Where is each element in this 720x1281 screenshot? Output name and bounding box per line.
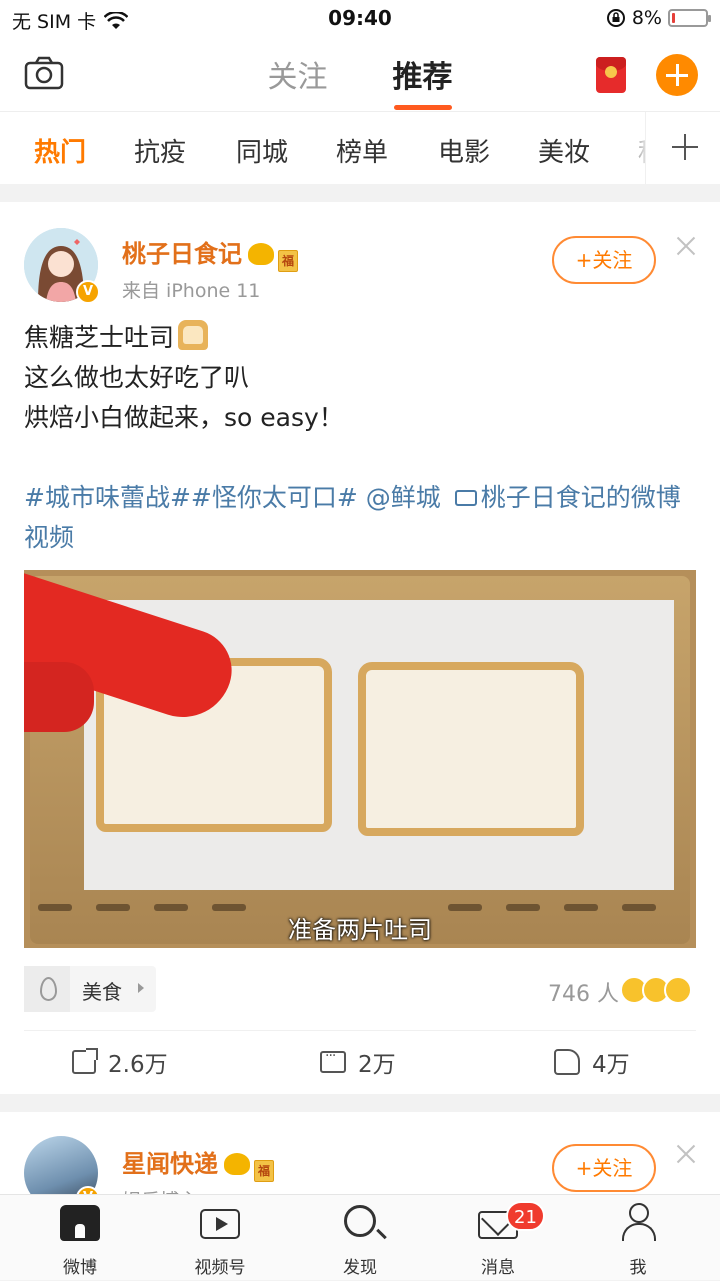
battery-fill <box>672 13 675 23</box>
rotation-lock-icon <box>606 9 625 27</box>
author-name-text: 桃子日食记 <box>122 240 242 268</box>
toast-emoji-icon <box>178 320 209 350</box>
mention-link[interactable]: @鲜城 <box>366 483 441 512</box>
verified-badge-icon: V <box>76 280 100 304</box>
post-source: 来自 iPhone 11 <box>122 280 261 302</box>
tab-discover[interactable]: 发现 <box>290 1195 430 1281</box>
post-line: 焦糖芝士吐司 <box>24 318 696 358</box>
comment-icon <box>320 1048 346 1073</box>
video-icon <box>200 1209 240 1239</box>
tab-label: 我 <box>629 1258 647 1278</box>
like-count: 4万 <box>592 1052 630 1078</box>
tab-weibo[interactable]: 微博 <box>10 1195 150 1281</box>
battery-icon <box>668 9 711 27</box>
tab-recommended[interactable]: 推荐 <box>393 52 453 110</box>
battery-percent: 8% <box>631 7 662 29</box>
bread-slice <box>358 662 584 836</box>
topic-chip[interactable]: 美食 <box>24 966 156 1012</box>
fortune-icon: 福 <box>278 250 298 272</box>
status-bar: 无 SIM 卡 09:40 8% <box>0 0 720 38</box>
like-icon <box>554 1049 580 1075</box>
author-name[interactable]: 星闻快递 福 <box>122 1144 274 1182</box>
tab-following[interactable]: 关注 <box>267 52 327 96</box>
search-icon <box>344 1205 376 1237</box>
video-link-icon <box>454 490 477 506</box>
tab-messages[interactable]: 消息 <box>428 1195 568 1281</box>
video-thumbnail[interactable]: 准备两片吐司 <box>24 570 696 948</box>
close-icon[interactable] <box>672 1140 700 1168</box>
divider <box>24 1030 696 1031</box>
video-caption: 准备两片吐司 <box>288 916 432 944</box>
plus-icon[interactable] <box>645 112 720 184</box>
share-button[interactable]: 2.6万 <box>72 1044 168 1080</box>
close-icon[interactable] <box>672 232 700 260</box>
channel-beauty[interactable]: 美妆 <box>538 132 590 169</box>
tongs <box>24 662 94 732</box>
tab-video[interactable]: 视频号 <box>150 1195 290 1281</box>
wow-emoji-icon <box>664 976 692 1004</box>
chevron-right-icon <box>138 983 144 993</box>
tab-label: 发现 <box>343 1258 377 1278</box>
channel-strip: 热门 抗疫 同城 榜单 电影 美妆 种 <box>0 112 720 184</box>
tab-label: 微博 <box>63 1258 97 1278</box>
hashtag-link[interactable]: #城市味蕾战# <box>24 483 191 512</box>
follow-button[interactable]: +关注 <box>552 236 656 284</box>
like-button[interactable]: 4万 <box>554 1044 630 1080</box>
crown-icon <box>224 1153 250 1175</box>
comment-button[interactable]: 2万 <box>320 1044 396 1080</box>
post-text: 焦糖芝士吐司 这么做也太好吃了叭 烘焙小白做起来，so easy！ <box>24 318 696 438</box>
follow-button[interactable]: +关注 <box>552 1144 656 1192</box>
channel-epidemic[interactable]: 抗疫 <box>134 132 186 169</box>
home-icon <box>60 1205 100 1241</box>
tab-label: 视频号 <box>194 1258 246 1278</box>
channel-hot[interactable]: 热门 <box>34 132 86 169</box>
post-line: 这么做也太好吃了叭 <box>24 363 250 392</box>
crown-icon <box>248 243 274 265</box>
bottom-tab-bar: 微博 视频号 发现 消息 21 我 <box>0 1194 720 1280</box>
flame-icon <box>24 966 70 1012</box>
profile-icon <box>618 1203 658 1243</box>
post-line: 烘焙小白做起来，so easy！ <box>24 403 344 432</box>
topic-label: 美食 <box>82 980 122 1004</box>
author-name[interactable]: 桃子日食记 福 <box>122 234 298 272</box>
tab-label: 消息 <box>481 1258 515 1278</box>
tab-me[interactable]: 我 <box>568 1195 708 1281</box>
unread-badge: 21 <box>506 1201 545 1231</box>
share-icon <box>72 1048 98 1074</box>
author-name-text: 星闻快递 <box>122 1150 218 1178</box>
share-count: 2.6万 <box>108 1052 168 1078</box>
red-packet-coin <box>605 66 617 78</box>
reaction-count[interactable]: 746 人 <box>548 976 619 1008</box>
channel-local[interactable]: 同城 <box>236 132 288 169</box>
comment-count: 2万 <box>358 1052 396 1078</box>
top-nav: 关注 推荐 <box>0 38 720 112</box>
channel-movies[interactable]: 电影 <box>438 132 490 169</box>
fortune-icon: 福 <box>254 1160 274 1182</box>
post-tags: #城市味蕾战##怪你太可口# @鲜城 桃子日食记的微博视频 <box>24 478 696 558</box>
reaction-emojis[interactable] <box>620 976 696 1004</box>
post-line-text: 焦糖芝士吐司 <box>24 323 175 352</box>
compose-plus-icon[interactable] <box>656 54 698 96</box>
channel-rankings[interactable]: 榜单 <box>336 132 388 169</box>
red-packet-icon[interactable] <box>596 57 626 93</box>
hashtag-link[interactable]: #怪你太可口# <box>191 483 358 512</box>
post-card: V 桃子日食记 福 来自 iPhone 11 +关注 焦糖芝士吐司 这么做也太好吃… <box>0 202 720 1094</box>
status-right: 8% <box>606 7 711 29</box>
